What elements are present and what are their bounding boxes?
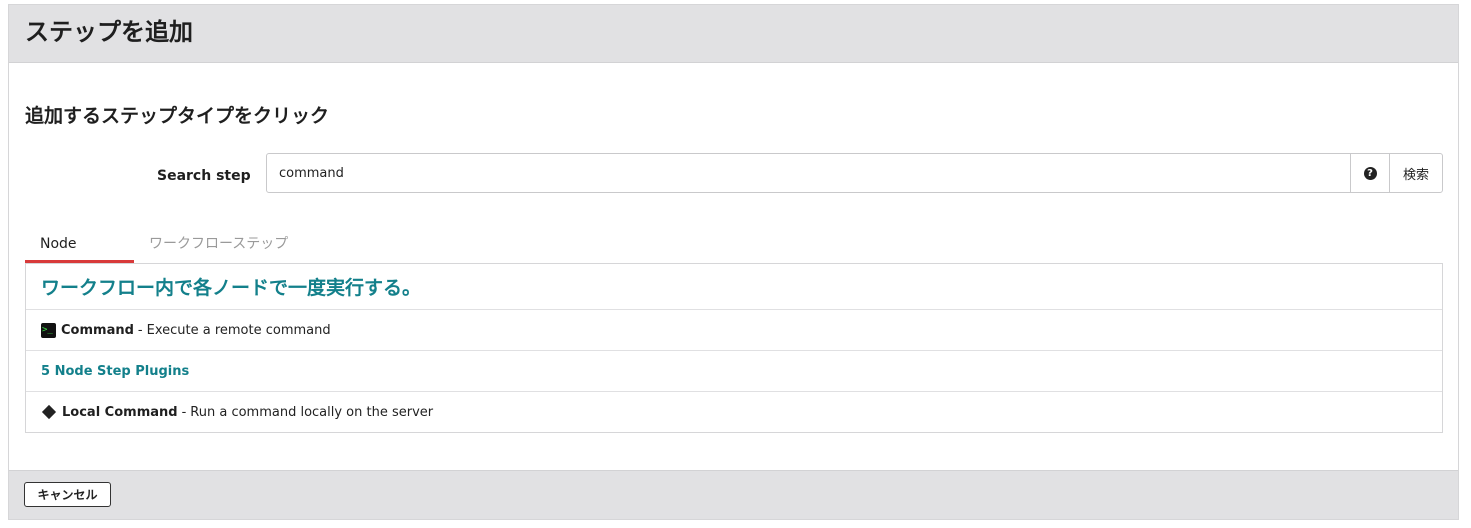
add-step-modal: ステップを追加 追加するステップタイプをクリック Search step ? 検… — [8, 4, 1459, 520]
step-name: Command — [61, 322, 134, 338]
list-item-local-command[interactable]: Local Command - Run a command locally on… — [26, 392, 1442, 432]
step-description: Execute a remote command — [146, 322, 331, 338]
search-button[interactable]: 検索 — [1389, 154, 1442, 192]
node-step-plugins-link[interactable]: 5 Node Step Plugins — [26, 351, 1442, 392]
modal-title: ステップを追加 — [25, 18, 193, 46]
terminal-icon: >_ — [41, 322, 56, 338]
search-step-input[interactable] — [267, 154, 1350, 192]
step-description: Run a command locally on the server — [190, 404, 434, 420]
list-item-command[interactable]: >_ Command - Execute a remote command — [26, 310, 1442, 351]
search-step-label: Search step — [157, 168, 251, 184]
separator: - — [137, 322, 143, 338]
node-steps-description: ワークフロー内で各ノードで一度実行する。 — [26, 264, 1442, 310]
step-type-tabs: Node Steps ワークフローステップ — [25, 227, 1443, 286]
section-heading: 追加するステップタイプをクリック — [25, 105, 330, 127]
node-steps-list: ワークフロー内で各ノードで一度実行する。 >_ Command - Execut… — [25, 263, 1443, 433]
search-step-group: ? 検索 — [266, 153, 1443, 193]
step-name: Local Command — [62, 404, 178, 420]
separator: - — [181, 404, 187, 420]
diamond-icon — [41, 404, 57, 420]
cancel-button[interactable]: キャンセル — [24, 482, 111, 507]
search-help-button[interactable]: ? — [1350, 154, 1389, 192]
tab-workflow-steps[interactable]: ワークフローステップ — [149, 227, 303, 263]
question-circle-icon: ? — [1363, 166, 1377, 180]
modal-header: ステップを追加 — [9, 5, 1458, 63]
tab-node-steps[interactable]: Node Steps — [25, 227, 134, 286]
modal-footer: キャンセル — [9, 470, 1458, 519]
